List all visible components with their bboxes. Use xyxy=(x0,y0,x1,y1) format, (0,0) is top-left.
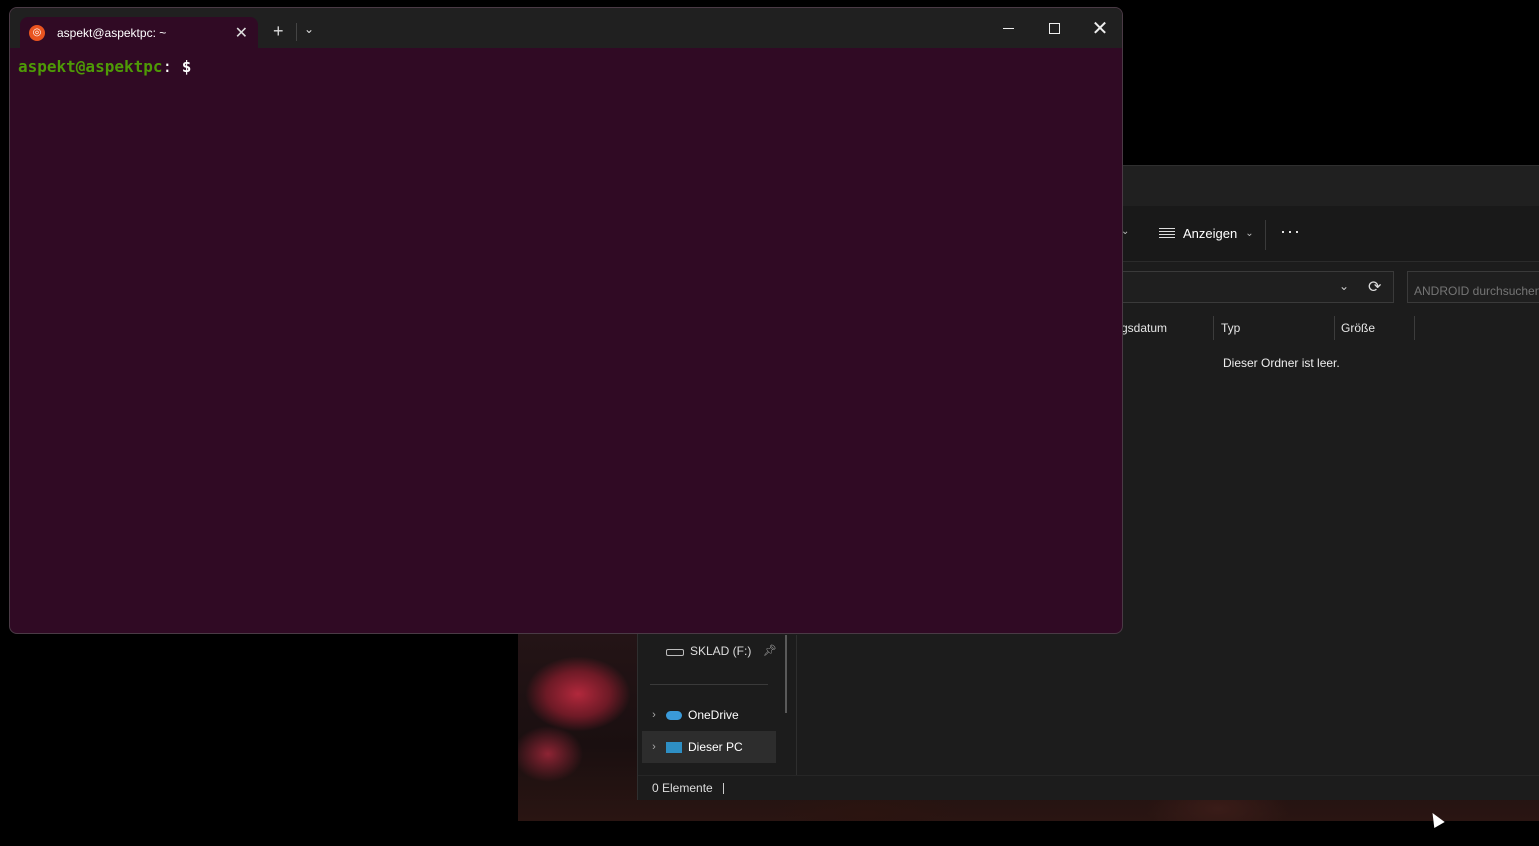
column-divider[interactable] xyxy=(1334,316,1335,340)
chevron-right-icon[interactable]: › xyxy=(642,709,666,721)
nav-separator xyxy=(650,684,768,685)
item-count: 0 Elemente xyxy=(652,781,713,795)
pin-icon[interactable]: 📌︎ xyxy=(763,644,777,657)
minimize-icon xyxy=(1002,27,1014,29)
more-options-button[interactable]: ··· xyxy=(1280,222,1301,240)
nav-item-drive-f[interactable]: SKLAD (F:) xyxy=(642,635,776,667)
drive-icon xyxy=(666,648,684,656)
monitor-icon xyxy=(666,741,682,753)
status-divider xyxy=(722,783,724,795)
tab-dropdown-icon[interactable]: ⌄ xyxy=(304,22,314,36)
nav-item-label: OneDrive xyxy=(688,708,739,722)
nav-item-this-pc[interactable]: › Dieser PC xyxy=(642,731,776,763)
shell-prompt[interactable]: aspekt@aspektpc: $ xyxy=(18,57,191,76)
nav-item-onedrive[interactable]: › OneDrive xyxy=(642,699,776,731)
search-input[interactable] xyxy=(1407,271,1539,303)
maximize-button[interactable] xyxy=(1042,18,1066,38)
prompt-dollar: $ xyxy=(172,57,192,76)
address-bar[interactable]: ⌄ xyxy=(1108,271,1394,303)
close-tab-icon[interactable]: ✕ xyxy=(235,23,248,43)
close-window-button[interactable]: ✕ xyxy=(1088,18,1112,40)
maximize-icon xyxy=(1048,22,1060,34)
nav-pane-divider[interactable] xyxy=(796,635,797,775)
view-button-label: Anzeigen xyxy=(1183,225,1238,241)
terminal-window: ◎ aspekt@aspektpc: ~ ✕ + ⌄ ✕ aspekt@aspe… xyxy=(9,7,1123,634)
view-button[interactable]: Anzeigen ⌄ xyxy=(1159,218,1254,248)
tab-divider xyxy=(296,23,297,41)
toolbar-divider xyxy=(1265,220,1266,250)
column-header-size[interactable]: Größe xyxy=(1341,316,1375,340)
column-header-date[interactable]: gsdatum xyxy=(1121,316,1167,340)
new-tab-button[interactable]: + xyxy=(273,21,284,42)
address-history-chevron-icon[interactable]: ⌄ xyxy=(1339,279,1349,293)
column-divider[interactable] xyxy=(1213,316,1214,340)
chevron-right-icon[interactable]: › xyxy=(642,741,666,753)
column-header-type[interactable]: Typ xyxy=(1221,316,1240,340)
nav-item-label: Dieser PC xyxy=(688,740,743,754)
tab-title: aspekt@aspektpc: ~ xyxy=(57,25,167,40)
nav-item-label: SKLAD (F:) xyxy=(690,644,752,658)
chevron-down-icon: ⌄ xyxy=(1245,227,1254,239)
column-divider[interactable] xyxy=(1414,316,1415,340)
status-bar: 0 Elemente xyxy=(638,775,1539,800)
empty-folder-message: Dieser Ordner ist leer. xyxy=(1223,356,1340,370)
prompt-user-host: aspekt@aspektpc xyxy=(18,57,163,76)
minimize-button[interactable] xyxy=(996,18,1020,38)
prompt-separator: : xyxy=(162,57,173,76)
refresh-icon[interactable]: ⟳ xyxy=(1368,277,1381,297)
cloud-icon xyxy=(666,710,682,720)
nav-scrollbar[interactable] xyxy=(785,635,787,713)
terminal-tab[interactable]: ◎ aspekt@aspektpc: ~ ✕ xyxy=(20,17,258,48)
ubuntu-icon: ◎ xyxy=(29,24,45,41)
list-view-icon xyxy=(1159,227,1175,239)
